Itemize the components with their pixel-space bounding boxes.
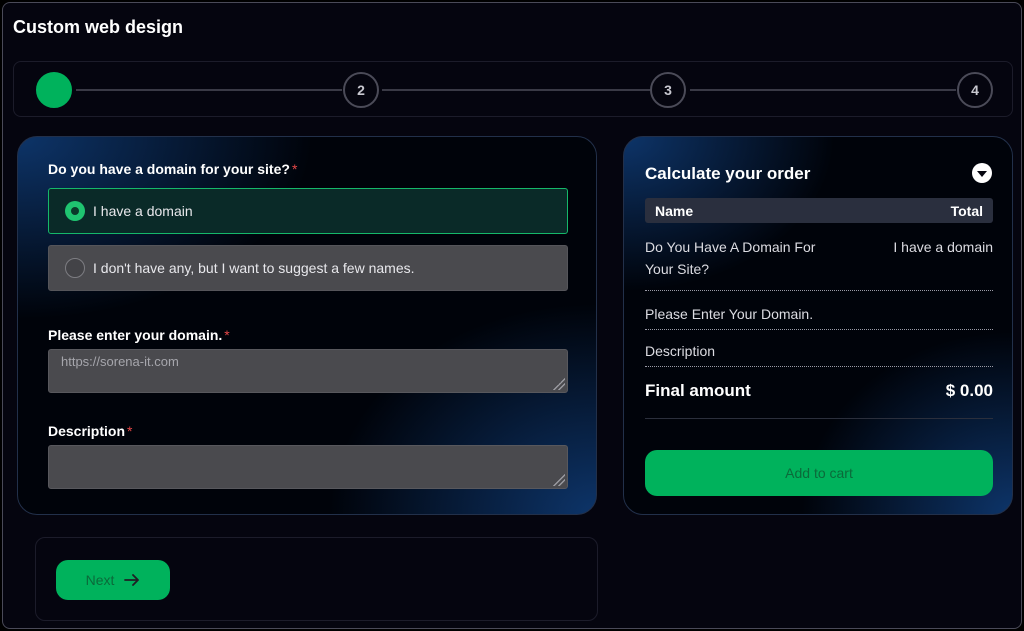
page-title: Custom web design (13, 17, 184, 37)
final-amount-label: Final amount (645, 381, 751, 400)
order-row-name: Do You Have A Domain For Your Site? (645, 239, 816, 277)
order-row-name: Please Enter Your Domain. (645, 306, 814, 322)
divider (645, 418, 993, 419)
domain-input-label-text: Please enter your domain. (48, 327, 223, 343)
step-3[interactable]: 3 (650, 72, 686, 108)
order-row: Please Enter Your Domain. (645, 303, 993, 330)
step-4[interactable]: 4 (957, 72, 993, 108)
required-mark: * (127, 423, 133, 439)
domain-form-card: Do you have a domain for your site? * I h… (17, 136, 597, 515)
domain-input-label: Please enter your domain. * (48, 327, 230, 343)
domain-input[interactable]: https://sorena-it.com (48, 349, 568, 393)
header-name: Name (655, 202, 694, 219)
step-connector (690, 89, 956, 91)
header-total: Total (950, 202, 983, 219)
order-table-header: Name Total (645, 198, 993, 223)
resize-handle-icon[interactable] (553, 474, 565, 486)
order-row: Do You Have A Domain For Your Site? I ha… (645, 236, 993, 291)
description-label: Description * (48, 423, 132, 439)
required-mark: * (224, 327, 230, 343)
order-title: Calculate your order (645, 164, 811, 183)
description-input[interactable] (48, 445, 568, 489)
chevron-down-icon[interactable] (972, 163, 992, 183)
stepper: 2 3 4 (13, 61, 1013, 117)
domain-question-label: Do you have a domain for your site? * (48, 161, 297, 177)
option-have-domain[interactable]: I have a domain (48, 188, 568, 234)
description-label-text: Description (48, 423, 126, 439)
app-window: Custom web design 2 3 4 Do you have a do… (2, 2, 1022, 629)
final-amount-value: $ 0.00 (945, 381, 993, 400)
final-amount-row: Final amount $ 0.00 (645, 381, 993, 401)
step-1[interactable] (36, 72, 72, 108)
next-button-label: Next (85, 572, 115, 588)
navigation-panel: Next (35, 537, 598, 621)
resize-handle-icon[interactable] (553, 378, 565, 390)
radio-unselected-icon[interactable] (65, 258, 85, 278)
required-mark: * (291, 161, 298, 177)
step-connector (76, 89, 342, 91)
radio-selected-icon[interactable] (65, 201, 85, 221)
order-row: Description (645, 340, 993, 367)
option-suggest-names-label: I don't have any, but I want to suggest … (93, 260, 415, 276)
order-row-value: I have a domain (893, 239, 993, 255)
domain-input-placeholder: https://sorena-it.com (61, 354, 179, 369)
option-suggest-names[interactable]: I don't have any, but I want to suggest … (48, 245, 568, 291)
add-to-cart-button[interactable]: Add to cart (645, 450, 993, 496)
next-button[interactable]: Next (56, 560, 170, 600)
order-row-name: Description (645, 343, 716, 359)
arrow-right-icon (124, 574, 140, 586)
option-have-domain-label: I have a domain (93, 203, 193, 219)
domain-question-text: Do you have a domain for your site? (48, 161, 290, 177)
step-2[interactable]: 2 (343, 72, 379, 108)
step-connector (382, 89, 650, 91)
order-summary-card: Calculate your order Name Total Do You H… (623, 136, 1013, 515)
